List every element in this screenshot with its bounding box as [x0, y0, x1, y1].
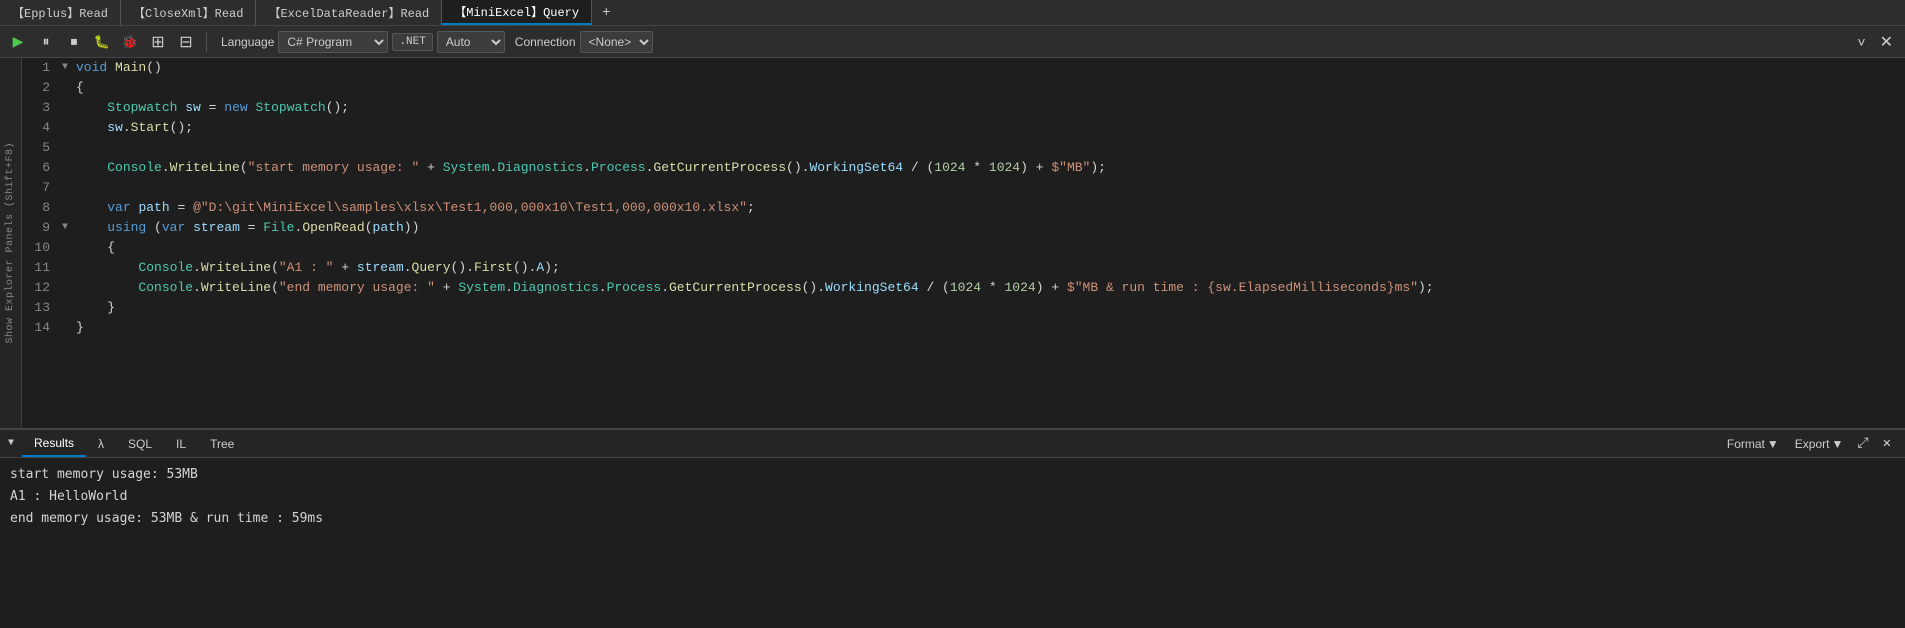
connection-label: Connection — [515, 35, 576, 49]
code-line-9: ▼ using ( var stream = File . OpenRead (… — [62, 218, 1905, 238]
format-button[interactable]: Format ▼ — [1721, 435, 1785, 453]
tab-closexml[interactable]: 【CloseXml】Read — [121, 0, 256, 25]
collapse-icon-9[interactable]: ▼ — [62, 218, 76, 238]
code-line-7 — [62, 178, 1905, 198]
code-line-3: Stopwatch sw = new Stopwatch (); — [62, 98, 1905, 118]
line-num-5: 5 — [30, 138, 50, 158]
left-sidebar[interactable]: Show Explorer Panels (Shift+F8) — [0, 58, 22, 428]
line-num-8: 8 — [30, 198, 50, 218]
auto-select[interactable]: Auto .NET 6 .NET 5 — [437, 31, 505, 53]
code-line-12: Console . WriteLine ( "end memory usage:… — [62, 278, 1905, 298]
code-line-11: Console . WriteLine ( "A1 : " + stream .… — [62, 258, 1905, 278]
tab-tree[interactable]: Tree — [198, 430, 246, 457]
toolbar-sep-1 — [206, 32, 207, 52]
dotnet-badge: .NET — [392, 33, 432, 51]
code-line-1: ▼ void Main() — [62, 58, 1905, 78]
code-line-2: { — [62, 78, 1905, 98]
code-container: 1 2 3 4 5 6 7 8 9 10 11 12 13 14 ▼ void … — [22, 58, 1905, 428]
export-button[interactable]: Export ▼ — [1789, 435, 1850, 453]
debug2-button[interactable]: 🐞 — [118, 30, 142, 54]
line-num-11: 11 — [30, 258, 50, 278]
line-num-13: 13 — [30, 298, 50, 318]
tab-il[interactable]: IL — [164, 430, 198, 457]
tab-miniexcel[interactable]: 【MiniExcel】Query — [442, 0, 592, 25]
code-lines: ▼ void Main() { Stopwatch sw = ne — [58, 58, 1905, 428]
line-num-10: 10 — [30, 238, 50, 258]
line-num-3: 3 — [30, 98, 50, 118]
tab-lambda[interactable]: λ — [86, 430, 116, 457]
tab-exceldatareader[interactable]: 【ExcelDataReader】Read — [256, 0, 442, 25]
line-num-1: 1 — [30, 58, 50, 78]
code-line-10: { — [62, 238, 1905, 258]
code-line-6: Console . WriteLine ( "start memory usag… — [62, 158, 1905, 178]
line-num-6: 6 — [30, 158, 50, 178]
code-line-14: } — [62, 318, 1905, 338]
toolbar-close-button[interactable]: ✕ — [1874, 30, 1899, 54]
line-num-4: 4 — [30, 118, 50, 138]
bottom-output: start memory usage: 53MB A1 : HelloWorld… — [0, 458, 1905, 628]
bottom-toolbar-right: Format ▼ Export ▼ ⤢ ✕ — [1721, 433, 1897, 454]
output-line-3: end memory usage: 53MB & run time : 59ms — [10, 508, 1895, 530]
line-num-2: 2 — [30, 78, 50, 98]
tab-sql[interactable]: SQL — [116, 430, 164, 457]
pause-button[interactable]: ⏸ — [34, 30, 58, 54]
bottom-tab-bar: ▼ Results λ SQL IL Tree Format ▼ Export … — [0, 430, 1905, 458]
tab-epplus[interactable]: 【Epplus】Read — [0, 0, 121, 25]
editor-area: Show Explorer Panels (Shift+F8) 1 2 3 4 … — [0, 58, 1905, 428]
expand-icon[interactable]: ⤢ — [1853, 434, 1872, 454]
code-editor[interactable]: 1 2 3 4 5 6 7 8 9 10 11 12 13 14 ▼ void … — [22, 58, 1905, 428]
tab-add-button[interactable]: + — [592, 3, 620, 23]
line-num-7: 7 — [30, 178, 50, 198]
line-num-9: 9 — [30, 218, 50, 238]
bottom-panel: ▼ Results λ SQL IL Tree Format ▼ Export … — [0, 428, 1905, 628]
sidebar-label: Show Explorer Panels (Shift+F8) — [5, 142, 16, 344]
bottom-close-button[interactable]: ✕ — [1877, 433, 1897, 454]
debug1-button[interactable]: 🐛 — [90, 30, 114, 54]
grid2-button[interactable]: ⊟ — [174, 30, 198, 54]
code-line-5 — [62, 138, 1905, 158]
stop-button[interactable]: ⏹ — [62, 30, 86, 54]
connection-select[interactable]: <None> — [580, 31, 653, 53]
tab-bar: 【Epplus】Read 【CloseXml】Read 【ExcelDataRe… — [0, 0, 1905, 26]
line-num-12: 12 — [30, 278, 50, 298]
grid1-button[interactable]: ⊞ — [146, 30, 170, 54]
toolbar: ▶ ⏸ ⏹ 🐛 🐞 ⊞ ⊟ Language C# Program C# Sta… — [0, 26, 1905, 58]
collapse-icon-1[interactable]: ▼ — [62, 58, 76, 78]
output-line-1: start memory usage: 53MB — [10, 464, 1895, 486]
tab-results[interactable]: Results — [22, 430, 86, 457]
code-line-4: sw . Start (); — [62, 118, 1905, 138]
language-label: Language — [221, 35, 274, 49]
code-line-13: } — [62, 298, 1905, 318]
toolbar-chevron-button[interactable]: ˅ — [1853, 32, 1869, 52]
line-numbers: 1 2 3 4 5 6 7 8 9 10 11 12 13 14 — [22, 58, 58, 428]
line-num-14: 14 — [30, 318, 50, 338]
language-select[interactable]: C# Program C# Statements VB Program SQL — [278, 31, 388, 53]
output-line-2: A1 : HelloWorld — [10, 486, 1895, 508]
play-button[interactable]: ▶ — [6, 30, 30, 54]
bottom-panel-arrow[interactable]: ▼ — [8, 438, 14, 449]
code-line-8: var path = @"D:\git\MiniExcel\samples\xl… — [62, 198, 1905, 218]
